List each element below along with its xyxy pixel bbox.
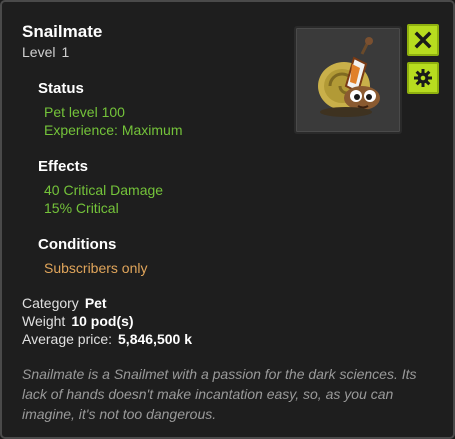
- item-portrait: [294, 26, 402, 134]
- status-line: Pet level 100: [44, 104, 125, 120]
- category-label: Category: [22, 295, 79, 311]
- conditions-heading: Conditions: [38, 236, 117, 253]
- effect-line: 40 Critical Damage: [44, 182, 163, 198]
- effect-text: Critical: [75, 200, 119, 216]
- weight-label: Weight: [22, 313, 66, 329]
- effects-heading: Effects: [38, 158, 89, 175]
- weight-value: 10 pod(s): [71, 313, 134, 329]
- effect-amount: 15%: [44, 200, 73, 216]
- item-name: Snailmate: [22, 22, 103, 41]
- level-label: Level: [22, 44, 56, 60]
- price-value: 5,846,500 k: [118, 331, 192, 347]
- category-value: Pet: [84, 295, 107, 311]
- category-row: Category Pet: [22, 295, 107, 311]
- condition-line: Subscribers only: [44, 260, 148, 276]
- item-description: Snailmate is a Snailmet with a passion f…: [22, 366, 417, 422]
- item-tooltip-panel: Snailmate Level 1 Status Pet level 100 E…: [0, 0, 455, 439]
- close-icon: [414, 31, 432, 49]
- level-value: 1: [61, 44, 70, 60]
- close-button[interactable]: [407, 24, 439, 56]
- price-label: Average price:: [22, 331, 113, 347]
- item-level: Level 1: [22, 44, 69, 60]
- price-row: Average price: 5,846,500 k: [22, 331, 192, 347]
- effect-line: 15% Critical: [44, 200, 119, 216]
- effect-text: Critical Damage: [63, 182, 164, 198]
- status-line: Experience: Maximum: [44, 122, 183, 138]
- effect-amount: 40: [44, 182, 60, 198]
- settings-button[interactable]: [407, 62, 439, 94]
- weight-row: Weight 10 pod(s): [22, 313, 134, 329]
- gear-icon: [414, 69, 432, 87]
- snailmate-portrait-icon: [318, 37, 380, 117]
- status-heading: Status: [38, 80, 84, 97]
